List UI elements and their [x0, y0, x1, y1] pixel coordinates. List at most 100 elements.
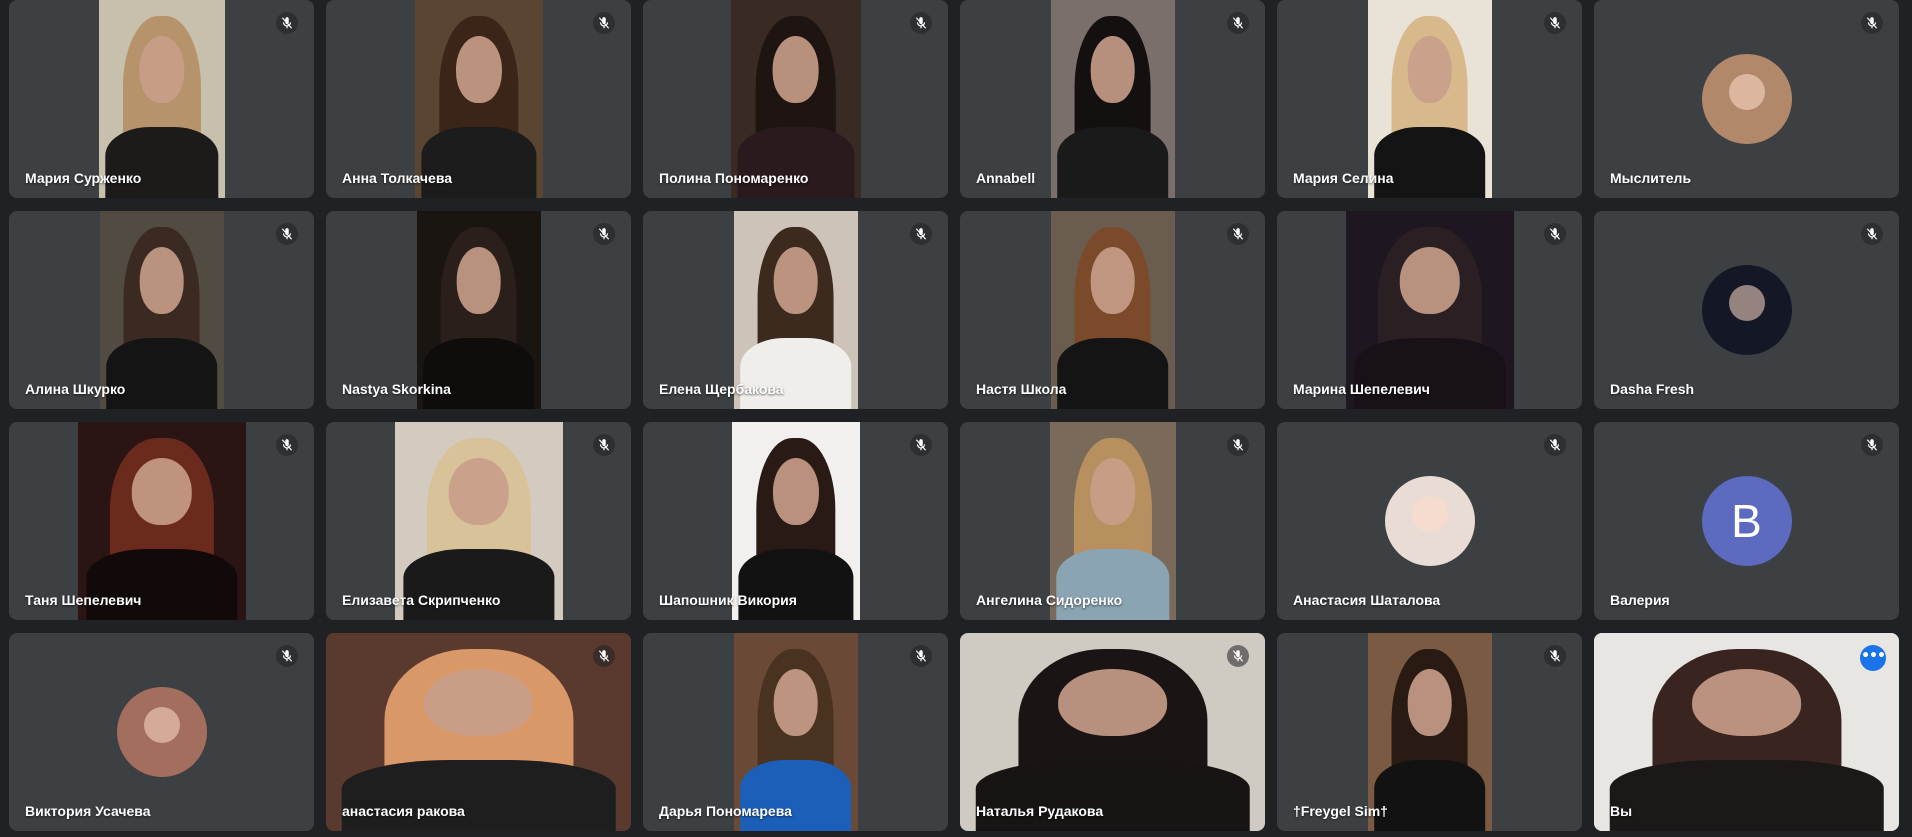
participant-name: Полина Пономаренко — [659, 170, 809, 186]
profile-photo-girl — [116, 687, 207, 777]
participant-tile[interactable]: Дарья Пономарева — [643, 633, 948, 831]
participant-name: Дарья Пономарева — [659, 803, 792, 819]
participant-tile[interactable]: Виктория Усачева — [9, 633, 314, 831]
participant-tile[interactable]: Annabell — [960, 0, 1265, 198]
participant-tile[interactable]: Таня Шепелевич — [9, 422, 314, 620]
video-feed — [99, 211, 224, 409]
participant-body — [1055, 548, 1170, 620]
participant-name: Мыслитель — [1610, 170, 1692, 186]
profile-photo-boy-magazine — [1701, 54, 1792, 144]
participant-face — [1407, 668, 1452, 736]
participant-tile[interactable]: Наталья Рудакова — [960, 633, 1265, 831]
participant-tile[interactable]: Ангелина Сидоренко — [960, 422, 1265, 620]
video-feed — [98, 0, 225, 198]
participant-name: Таня Шепелевич — [25, 592, 142, 608]
participant-tile[interactable]: Елизавета Скрипченко — [326, 422, 631, 620]
participant-face — [1399, 246, 1460, 314]
participant-tile[interactable]: Анастасия Шаталова — [1277, 422, 1582, 620]
participant-name: Алина Шкурко — [25, 381, 126, 397]
participant-face — [456, 246, 501, 314]
participant-face — [139, 246, 184, 314]
participant-tile[interactable]: Dasha Fresh — [1594, 211, 1899, 409]
participant-face — [773, 668, 818, 736]
mic-off-icon — [276, 12, 298, 34]
participant-tile[interactable]: Мария Сурженко — [9, 0, 314, 198]
mic-off-icon — [910, 434, 932, 456]
participant-body — [105, 337, 218, 409]
participant-name: Марина Шепелевич — [1293, 381, 1430, 397]
mic-off-icon — [1227, 645, 1249, 667]
participant-tile[interactable]: Nastya Skorkina — [326, 211, 631, 409]
video-feed — [733, 633, 858, 831]
participant-name: Вы — [1610, 803, 1633, 819]
participant-tile[interactable]: анастасия ракова — [326, 633, 631, 831]
participant-tile[interactable]: Елена Щербакова — [643, 211, 948, 409]
participant-face — [423, 668, 534, 736]
participant-name: Наталья Рудакова — [976, 803, 1104, 819]
participant-body — [1373, 126, 1486, 198]
participant-name: Мария Селина — [1293, 170, 1394, 186]
participant-body — [1056, 337, 1169, 409]
participant-body — [1373, 759, 1486, 831]
participant-body — [739, 337, 852, 409]
video-feed — [960, 633, 1265, 831]
avatar-detail — [143, 706, 180, 743]
participant-tile[interactable]: Шапошник Викория — [643, 422, 948, 620]
mic-off-icon — [1544, 434, 1566, 456]
participant-tile[interactable]: Анна Толкачева — [326, 0, 631, 198]
mic-off-icon — [1227, 12, 1249, 34]
video-feed — [731, 422, 860, 620]
participant-name: Виктория Усачева — [25, 803, 151, 819]
video-feed — [1594, 633, 1899, 831]
avatar-detail — [1728, 284, 1765, 321]
self-video-tile[interactable]: ••• Вы — [1594, 633, 1899, 831]
participant-face — [1691, 668, 1802, 736]
mic-off-icon — [910, 223, 932, 245]
participant-body — [402, 548, 555, 620]
video-feed — [1367, 0, 1492, 198]
more-options-icon[interactable]: ••• — [1860, 645, 1886, 671]
participant-name: Настя Школа — [976, 381, 1067, 397]
video-feed — [77, 422, 246, 620]
video-feed — [416, 211, 541, 409]
mic-off-icon — [1861, 12, 1883, 34]
participant-grid: Мария Сурженко Анна Толкачева Полина Поном… — [9, 0, 1899, 831]
participant-tile[interactable]: В Валерия — [1594, 422, 1899, 620]
participant-tile[interactable]: †Freygel Sim† — [1277, 633, 1582, 831]
participant-tile[interactable]: Мария Селина — [1277, 0, 1582, 198]
participant-tile[interactable]: Алина Шкурко — [9, 211, 314, 409]
participant-body — [975, 759, 1250, 831]
video-feed — [1049, 422, 1176, 620]
participant-tile[interactable]: Полина Пономаренко — [643, 0, 948, 198]
mic-off-icon — [593, 645, 615, 667]
participant-name: Елизавета Скрипченко — [342, 592, 501, 608]
participant-face — [448, 457, 509, 525]
mic-off-icon — [910, 12, 932, 34]
participant-body — [85, 548, 238, 620]
video-feed — [326, 633, 631, 831]
mic-off-icon — [1544, 645, 1566, 667]
video-feed — [733, 211, 858, 409]
participant-body — [1353, 337, 1506, 409]
participant-tile[interactable]: Мыслитель — [1594, 0, 1899, 198]
mic-off-icon — [276, 645, 298, 667]
participant-body — [341, 759, 616, 831]
participant-face — [455, 35, 502, 103]
participant-face — [1407, 35, 1452, 103]
participant-name: анастасия ракова — [342, 803, 465, 819]
profile-photo-dark-anime — [1701, 265, 1792, 355]
participant-face — [1057, 668, 1168, 736]
participant-name: Annabell — [976, 170, 1036, 186]
video-feed — [1050, 0, 1175, 198]
avatar-detail — [1411, 495, 1448, 532]
participant-face — [772, 35, 819, 103]
participant-body — [104, 126, 219, 198]
mic-off-icon — [276, 223, 298, 245]
participant-face — [773, 246, 818, 314]
participant-body — [1609, 759, 1884, 831]
participant-face — [138, 35, 185, 103]
participant-body — [420, 126, 537, 198]
participant-tile[interactable]: Настя Школа — [960, 211, 1265, 409]
participant-tile[interactable]: Марина Шепелевич — [1277, 211, 1582, 409]
avatar-letter: В — [1701, 476, 1792, 566]
